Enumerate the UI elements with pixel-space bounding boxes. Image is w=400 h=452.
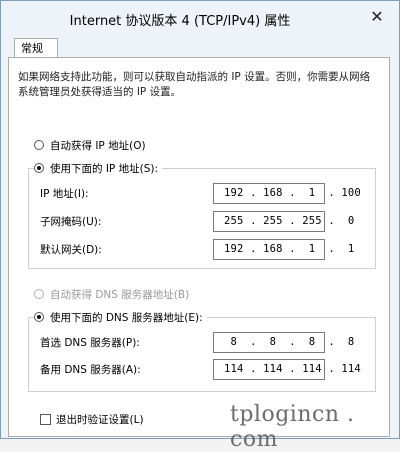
dns-group-box bbox=[28, 317, 376, 392]
subnet-mask-label: 子网掩码(U): bbox=[40, 216, 102, 228]
ip-manual-label: 使用下面的 IP 地址(S): bbox=[50, 162, 158, 175]
dns-auto-option[interactable]: 自动获得 DNS 服务器地址(B) bbox=[34, 286, 189, 302]
watermark: tplogincn . com bbox=[230, 402, 355, 452]
description-text: 如果网络支持此功能，则可以获取自动指派的 IP 设置。否则，你需要从网络系统管理… bbox=[18, 71, 371, 98]
preferred-dns-input[interactable]: 8 . 8 . 8 . 8 bbox=[213, 332, 354, 353]
validate-on-exit-checkbox[interactable] bbox=[40, 413, 51, 425]
ip-manual-option[interactable]: 使用下面的 IP 地址(S): bbox=[34, 160, 162, 176]
alternate-dns-label: 备用 DNS 服务器(A): bbox=[40, 364, 141, 376]
ip-auto-option[interactable]: 自动获得 IP 地址(O) bbox=[34, 137, 146, 153]
dns-manual-label: 使用下面的 DNS 服务器地址(E): bbox=[50, 311, 203, 324]
ip-auto-label: 自动获得 IP 地址(O) bbox=[50, 139, 146, 152]
ip-auto-radio[interactable] bbox=[34, 140, 44, 150]
dns-manual-option[interactable]: 使用下面的 DNS 服务器地址(E): bbox=[34, 309, 207, 325]
validate-on-exit-option[interactable]: 退出时验证设置(L) bbox=[40, 411, 144, 427]
dns-auto-radio[interactable] bbox=[34, 289, 44, 299]
title-bar[interactable]: Internet 协议版本 4 (TCP/IPv4) 属性 ✕ bbox=[1, 1, 399, 34]
ip-address-label: IP 地址(I): bbox=[40, 188, 89, 200]
tab-strip: 常规 bbox=[8, 38, 390, 58]
alternate-dns-input[interactable]: 114 . 114 . 114 . 114 bbox=[213, 359, 361, 380]
ip-manual-radio[interactable] bbox=[34, 163, 44, 173]
preferred-dns-label: 首选 DNS 服务器(P): bbox=[40, 337, 140, 349]
dns-manual-radio[interactable] bbox=[34, 312, 44, 322]
default-gateway-input[interactable]: 192 . 168 . 1 . 1 bbox=[213, 239, 354, 260]
tab-general[interactable]: 常规 bbox=[14, 38, 58, 58]
close-button[interactable]: ✕ bbox=[365, 8, 389, 26]
subnet-mask-input[interactable]: 255 . 255 . 255 . 0 bbox=[213, 211, 354, 232]
close-icon: ✕ bbox=[370, 7, 384, 26]
dns-auto-label: 自动获得 DNS 服务器地址(B) bbox=[50, 288, 190, 301]
validate-on-exit-label: 退出时验证设置(L) bbox=[56, 413, 144, 426]
window-title: Internet 协议版本 4 (TCP/IPv4) 属性 bbox=[69, 14, 291, 29]
ip-address-input[interactable]: 192 . 168 . 1 . 100 bbox=[213, 183, 361, 204]
default-gateway-label: 默认网关(D): bbox=[40, 244, 102, 256]
